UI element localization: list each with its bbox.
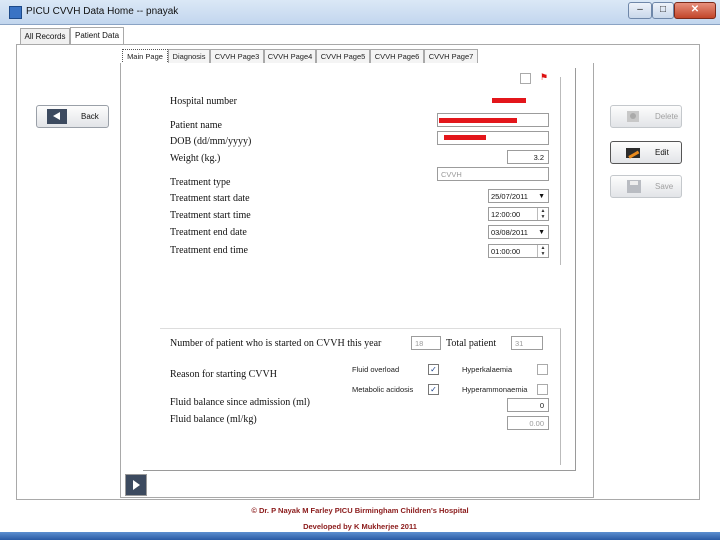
footer-credits: © Dr. P Nayak M Farley PICU Birmingham C…: [251, 506, 469, 515]
app-icon: [9, 6, 22, 19]
hospital-number-redacted: [492, 98, 526, 103]
hyperkalaemia-label: Hyperkalaemia: [462, 365, 513, 374]
taskbar: [0, 532, 720, 540]
tab-all-records[interactable]: All Records: [20, 28, 70, 44]
hyperammonaemia-label: Hyperammonaemia: [462, 385, 528, 394]
patient-name-field[interactable]: [437, 113, 549, 127]
delete-button[interactable]: Delete: [610, 105, 682, 128]
dob-field[interactable]: [437, 131, 549, 145]
app-window: PICU CVVH Data Home -- pnayak – □ ✕ All …: [0, 0, 720, 540]
fluid-overload-label: Fluid overload: [352, 365, 400, 374]
treatment-end-date-label: Treatment end date: [170, 227, 247, 238]
treatment-start-time-field[interactable]: 12:00:00 ▲ ▼: [488, 207, 549, 221]
edit-pencil-icon: [626, 148, 640, 159]
record-checkbox[interactable]: [520, 73, 531, 84]
reason-label: Reason for starting CVVH: [170, 369, 277, 380]
treatment-start-date-field[interactable]: 25/07/2011 ▼: [488, 189, 549, 203]
edit-button-label: Edit: [655, 148, 669, 157]
dob-redacted: [444, 135, 486, 140]
next-record-button[interactable]: [125, 474, 147, 496]
save-button[interactable]: Save: [610, 175, 682, 198]
time-spinner-icon[interactable]: ▲ ▼: [537, 245, 548, 257]
metabolic-acidosis-checkbox[interactable]: ✓: [428, 384, 439, 395]
weight-field[interactable]: 3.2: [507, 150, 549, 164]
treatment-end-date-field[interactable]: 03/08/2011 ▼: [488, 225, 549, 239]
treatment-start-time-value: 12:00:00: [491, 210, 521, 219]
treatment-start-date-label: Treatment start date: [170, 193, 250, 204]
maximize-button[interactable]: □: [652, 2, 674, 19]
back-button[interactable]: Back: [36, 105, 109, 128]
treatment-end-date-value: 03/08/2011: [491, 228, 528, 237]
hyperammonaemia-checkbox[interactable]: [537, 384, 548, 395]
back-button-label: Back: [81, 112, 99, 121]
fluid-overload-checkbox[interactable]: ✓: [428, 364, 439, 375]
patients-started-label: Number of patient who is started on CVVH…: [170, 338, 382, 349]
fluid-balance-ml-kg-field[interactable]: 0.00: [507, 416, 549, 430]
tab-cvvh-page3[interactable]: CVVH Page3: [210, 49, 264, 63]
weight-label: Weight (kg.): [170, 153, 221, 164]
close-button[interactable]: ✕: [674, 2, 716, 19]
tab-diagnosis[interactable]: Diagnosis: [168, 49, 210, 63]
treatment-end-time-field[interactable]: 01:00:00 ▲ ▼: [488, 244, 549, 258]
fluid-balance-ml-kg-label: Fluid balance (ml/kg): [170, 414, 257, 425]
save-button-label: Save: [655, 182, 674, 191]
delete-record-icon: [627, 111, 639, 122]
dropdown-arrow-icon[interactable]: ▼: [538, 226, 545, 240]
flag-icon[interactable]: ⚑: [540, 72, 548, 83]
time-spinner-icon[interactable]: ▲ ▼: [537, 208, 548, 220]
title-bar: PICU CVVH Data Home -- pnayak – □ ✕: [0, 0, 720, 25]
treatment-type-field[interactable]: CVVH: [437, 167, 549, 181]
minimize-button[interactable]: –: [628, 2, 652, 19]
total-patient-label: Total patient: [446, 338, 497, 349]
patients-started-field[interactable]: 18: [411, 336, 441, 350]
total-patient-field[interactable]: 31: [511, 336, 543, 350]
window-title: PICU CVVH Data Home -- pnayak: [26, 6, 179, 17]
back-arrow-icon: [47, 109, 67, 124]
patient-name-redacted: [439, 118, 517, 123]
tab-cvvh-page5[interactable]: CVVH Page5: [316, 49, 370, 63]
hyperkalaemia-checkbox[interactable]: [537, 364, 548, 375]
tab-cvvh-page6[interactable]: CVVH Page6: [370, 49, 424, 63]
footer: © Dr. P Nayak M Farley PICU Birmingham C…: [0, 503, 720, 535]
patient-name-label: Patient name: [170, 120, 222, 131]
tab-cvvh-page7[interactable]: CVVH Page7: [424, 49, 478, 63]
fluid-balance-label: Fluid balance since admission (ml): [170, 397, 310, 408]
treatment-type-label: Treatment type: [170, 177, 231, 188]
save-disk-icon: [627, 180, 641, 193]
fluid-balance-field[interactable]: 0: [507, 398, 549, 412]
tab-cvvh-page4[interactable]: CVVH Page4: [264, 49, 316, 63]
dob-label: DOB (dd/mm/yyyy): [170, 136, 252, 147]
dropdown-arrow-icon[interactable]: ▼: [538, 190, 545, 204]
treatment-end-time-label: Treatment end time: [170, 245, 248, 256]
treatment-start-date-value: 25/07/2011: [491, 192, 528, 201]
edit-button[interactable]: Edit: [610, 141, 682, 164]
treatment-end-time-value: 01:00:00: [491, 247, 521, 256]
tab-patient-data[interactable]: Patient Data: [70, 27, 124, 44]
delete-button-label: Delete: [655, 112, 679, 121]
treatment-start-time-label: Treatment start time: [170, 210, 251, 221]
metabolic-acidosis-label: Metabolic acidosis: [352, 385, 414, 394]
hospital-number-label: Hospital number: [170, 96, 237, 107]
